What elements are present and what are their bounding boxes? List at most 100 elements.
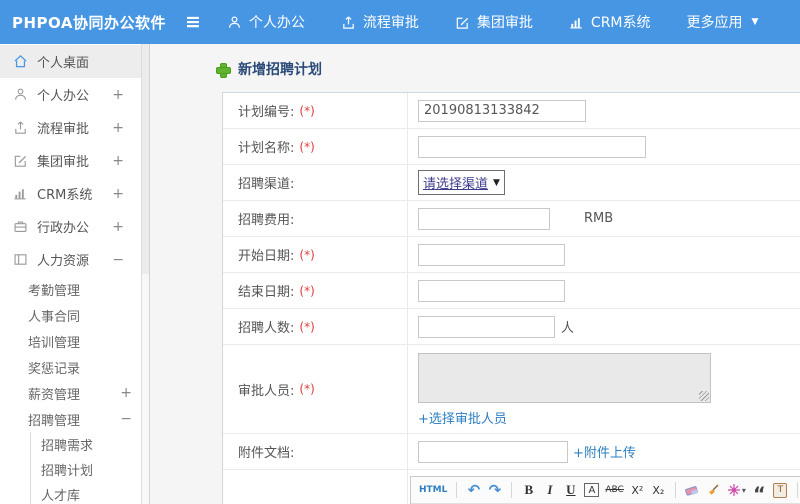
sidebar-item-label: 招聘需求 (41, 439, 94, 454)
sidebar-item-hr-contract[interactable]: 人事合同 (0, 302, 141, 328)
plan-number-input[interactable] (418, 99, 586, 122)
menu-toggle-icon[interactable]: ≡ (185, 11, 201, 33)
blockquote-button[interactable]: “ (752, 480, 767, 504)
currency-suffix: RMB (584, 211, 614, 226)
resize-grip[interactable] (699, 391, 709, 401)
attachment-input[interactable] (418, 440, 568, 463)
channel-select-value: 请选择渠道 (423, 177, 489, 192)
sidebar-item-label: 行政办公 (37, 221, 90, 236)
expand-icon[interactable]: + (112, 120, 124, 136)
rich-text-editor: HTML ↶ ↷ B I U A ABC X² X₂ ▾ “ T (410, 476, 800, 504)
sidebar-item-label: CRM系统 (37, 188, 93, 203)
end-date-input[interactable] (418, 279, 565, 302)
select-approvers-link[interactable]: +选择审批人员 (418, 408, 507, 427)
approvers-textarea[interactable] (418, 353, 711, 403)
nav-item-group-approval[interactable]: 集团审批 (455, 12, 533, 32)
edit-icon (13, 153, 28, 168)
field-label: 招聘人数: (238, 321, 295, 336)
plan-name-input[interactable] (418, 135, 646, 158)
expand-icon[interactable]: + (112, 153, 124, 169)
strikethrough-button[interactable]: ABC (605, 480, 623, 500)
sidebar-item-recruit-demand[interactable]: 招聘需求 (31, 432, 141, 457)
clean-broom-icon[interactable] (706, 480, 721, 500)
sidebar-item-label: 招聘管理 (28, 413, 81, 429)
superscript-button[interactable]: X² (630, 480, 645, 500)
field-label: 审批人员: (238, 383, 295, 399)
nav-item-personal-office[interactable]: 个人办公 (227, 12, 305, 32)
headcount-input[interactable] (418, 315, 555, 338)
recruit-plan-form: 计划编号: (*) 计划名称: (*) 招聘渠道 (222, 92, 800, 504)
sidebar-item-label: 个人办公 (37, 89, 90, 104)
start-date-input[interactable] (418, 243, 565, 266)
nav-item-more-apps[interactable]: 更多应用 ▼ (687, 12, 759, 32)
sidebar-item-recruit-plan[interactable]: 招聘计划 (31, 457, 141, 482)
recruit-cost-input[interactable] (418, 207, 550, 230)
expand-icon[interactable]: + (112, 186, 124, 202)
unit-suffix: 人 (561, 321, 575, 336)
field-label: 计划名称: (238, 141, 295, 156)
required-mark: (*) (299, 247, 315, 262)
form-row-recruit-cost: 招聘费用: RMB (223, 201, 800, 237)
html-source-button[interactable]: HTML (419, 480, 447, 500)
sidebar-item-label: 人才库 (41, 489, 81, 504)
sidebar-item-human-resources[interactable]: 人力资源 − (0, 243, 141, 276)
nav-label: 集团审批 (476, 15, 533, 31)
sidebar-scrollbar[interactable] (141, 44, 150, 504)
expand-icon[interactable]: + (112, 219, 124, 235)
sidebar-item-recruit-management[interactable]: 招聘管理 − (0, 406, 141, 432)
sidebar-item-crm-system[interactable]: CRM系统 + (0, 177, 141, 210)
sidebar-item-label: 流程审批 (37, 122, 90, 137)
form-row-headcount: 招聘人数: (*) 人 (223, 309, 800, 345)
sidebar-item-salary[interactable]: 薪资管理 + (0, 380, 141, 406)
sidebar-item-label: 个人桌面 (37, 56, 90, 71)
font-border-button[interactable]: A (584, 483, 600, 497)
expand-icon[interactable]: + (112, 87, 124, 103)
nav-item-workflow-approval[interactable]: 流程审批 (341, 12, 419, 32)
required-mark: (*) (299, 382, 315, 396)
sidebar-item-personal-desktop[interactable]: 个人桌面 (0, 45, 141, 78)
autotypeset-wand-icon[interactable]: ▾ (727, 480, 746, 500)
collapse-icon[interactable]: − (112, 252, 124, 268)
required-mark: (*) (299, 103, 315, 118)
field-label: 附件文档: (238, 446, 295, 461)
form-row-plan-number: 计划编号: (*) (223, 93, 800, 129)
undo-button[interactable]: ↶ (466, 480, 481, 500)
workflow-icon (341, 15, 356, 30)
sidebar-item-group-approval[interactable]: 集团审批 + (0, 144, 141, 177)
paste-word-button[interactable]: T (773, 480, 788, 500)
person-icon (227, 15, 242, 30)
nav-item-crm-system[interactable]: CRM系统 (569, 12, 651, 32)
main-content: 新增招聘计划 计划编号: (*) 计划名称: (*) (150, 44, 800, 504)
sidebar-item-training[interactable]: 培训管理 (0, 328, 141, 354)
sidebar: 个人桌面 个人办公 + 流程审批 + 集团审批 + CRM系统 + 行政办公 +… (0, 44, 150, 504)
expand-icon[interactable]: + (120, 385, 132, 401)
format-eraser-icon[interactable] (684, 480, 700, 500)
collapse-icon[interactable]: − (120, 411, 132, 427)
sidebar-item-personal-office[interactable]: 个人办公 + (0, 78, 141, 111)
toolbar-separator (456, 482, 458, 498)
form-row-approvers: 审批人员: (*) +选择审批人员 (223, 345, 800, 434)
upload-attachment-link[interactable]: +附件上传 (573, 442, 636, 461)
required-mark: (*) (299, 283, 315, 298)
underline-button[interactable]: U (563, 480, 578, 500)
form-row-recruit-channel: 招聘渠道: 请选择渠道 ▼ (223, 165, 800, 201)
sidebar-item-workflow-approval[interactable]: 流程审批 + (0, 111, 141, 144)
field-label: 结束日期: (238, 285, 295, 300)
sidebar-item-attendance[interactable]: 考勤管理 (0, 276, 141, 302)
form-row-start-date: 开始日期: (*) (223, 237, 800, 273)
sidebar-item-admin-office[interactable]: 行政办公 + (0, 210, 141, 243)
channel-select[interactable]: 请选择渠道 ▼ (418, 170, 505, 195)
paste-letter: T (773, 482, 788, 498)
bold-button[interactable]: B (521, 480, 536, 500)
italic-button[interactable]: I (542, 480, 557, 500)
caret-down-icon: ▼ (493, 177, 500, 188)
scrollbar-thumb[interactable] (142, 44, 149, 274)
form-row-plan-name: 计划名称: (*) (223, 129, 800, 165)
sidebar-item-talent-pool[interactable]: 人才库 (31, 482, 141, 504)
field-label: 计划编号: (238, 105, 295, 120)
redo-button[interactable]: ↷ (487, 480, 502, 500)
subscript-button[interactable]: X₂ (651, 480, 666, 500)
sidebar-item-rewards[interactable]: 奖惩记录 (0, 354, 141, 380)
sidebar-item-label: 培训管理 (28, 335, 81, 351)
nav-label: CRM系统 (590, 15, 651, 31)
